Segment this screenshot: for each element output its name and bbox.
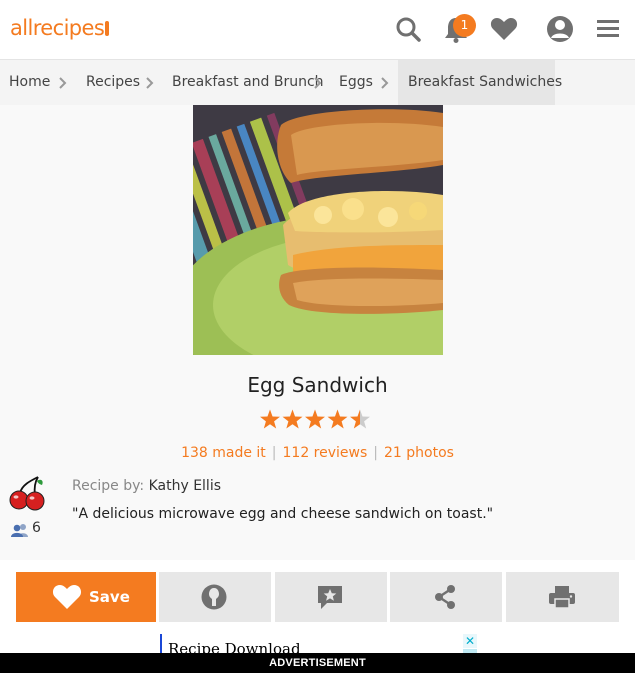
made-it-button[interactable]	[159, 572, 271, 622]
recipe-stats: 138 made it | 112 reviews | 21 photos	[0, 445, 635, 461]
recipe-by-label: Recipe by:	[72, 478, 145, 494]
followers-icon	[11, 524, 28, 537]
star-icon	[350, 409, 370, 429]
heart-icon[interactable]	[489, 14, 519, 44]
star-icon	[260, 409, 280, 429]
recipe-summary: Egg Sandwich 138 made it | 112 reviews | 21 …	[0, 105, 635, 560]
recipe-title: Egg Sandwich	[247, 373, 388, 397]
review-icon	[318, 586, 342, 609]
author-avatar[interactable]	[8, 475, 46, 513]
heart-icon	[52, 585, 82, 609]
chevron-right-icon	[146, 77, 154, 89]
breadcrumb-eggs[interactable]: Eggs	[339, 60, 373, 105]
breadcrumb-home[interactable]: Home	[9, 60, 50, 105]
user-icon[interactable]	[545, 14, 575, 44]
recipe-action-bar: Save	[0, 560, 635, 632]
recipe-description: "A delicious microwave egg and cheese sa…	[72, 506, 494, 522]
chevron-right-icon	[59, 77, 67, 89]
breadcrumb-breakfast-and-brunch[interactable]: Breakfast and Brunch	[172, 60, 324, 105]
chevron-right-icon	[381, 77, 389, 89]
save-button[interactable]: Save	[16, 572, 156, 622]
chevron-right-icon	[314, 77, 322, 89]
rating-stars[interactable]	[259, 409, 374, 431]
breadcrumb-recipes[interactable]: Recipes	[86, 60, 140, 105]
photos-link[interactable]: 21 photos	[384, 445, 454, 461]
ad-close-icon[interactable]: ✕	[463, 634, 477, 648]
notification-badge[interactable]: 1	[453, 14, 476, 37]
print-icon	[549, 586, 575, 609]
allrecipes-logo[interactable]: allrecipes	[10, 16, 110, 40]
breadcrumb: Home Recipes Breakfast and Brunch Eggs B…	[0, 60, 635, 105]
share-button[interactable]	[390, 572, 502, 622]
site-header: allrecipes 1	[0, 0, 635, 60]
search-icon[interactable]	[393, 14, 423, 44]
recipe-photo[interactable]	[193, 105, 443, 355]
divider: |	[271, 445, 277, 461]
star-icon	[327, 409, 348, 429]
advertisement-area: Recipe Download ✕ ADVERTISEMENT	[0, 632, 635, 683]
recipe-byline: Recipe by: Kathy Ellis	[72, 478, 221, 494]
share-icon	[435, 585, 455, 609]
logo-text: allrecipes	[10, 16, 105, 40]
add-review-button[interactable]	[275, 572, 387, 622]
followers-count: 6	[32, 520, 41, 536]
menu-icon[interactable]	[594, 14, 624, 44]
made-it-count[interactable]: 138 made it	[181, 445, 266, 461]
star-icon	[305, 409, 325, 429]
divider: |	[373, 445, 378, 461]
print-button[interactable]	[506, 572, 619, 622]
breadcrumb-breakfast-sandwiches[interactable]: Breakfast Sandwiches	[398, 60, 562, 105]
advertisement-label: ADVERTISEMENT	[0, 653, 635, 673]
logo-mark	[105, 21, 110, 36]
made-it-icon	[201, 584, 227, 610]
reviews-link[interactable]: 112 reviews	[283, 445, 368, 461]
author-name[interactable]: Kathy Ellis	[149, 478, 221, 494]
save-label: Save	[89, 588, 130, 606]
star-icon	[282, 409, 303, 429]
